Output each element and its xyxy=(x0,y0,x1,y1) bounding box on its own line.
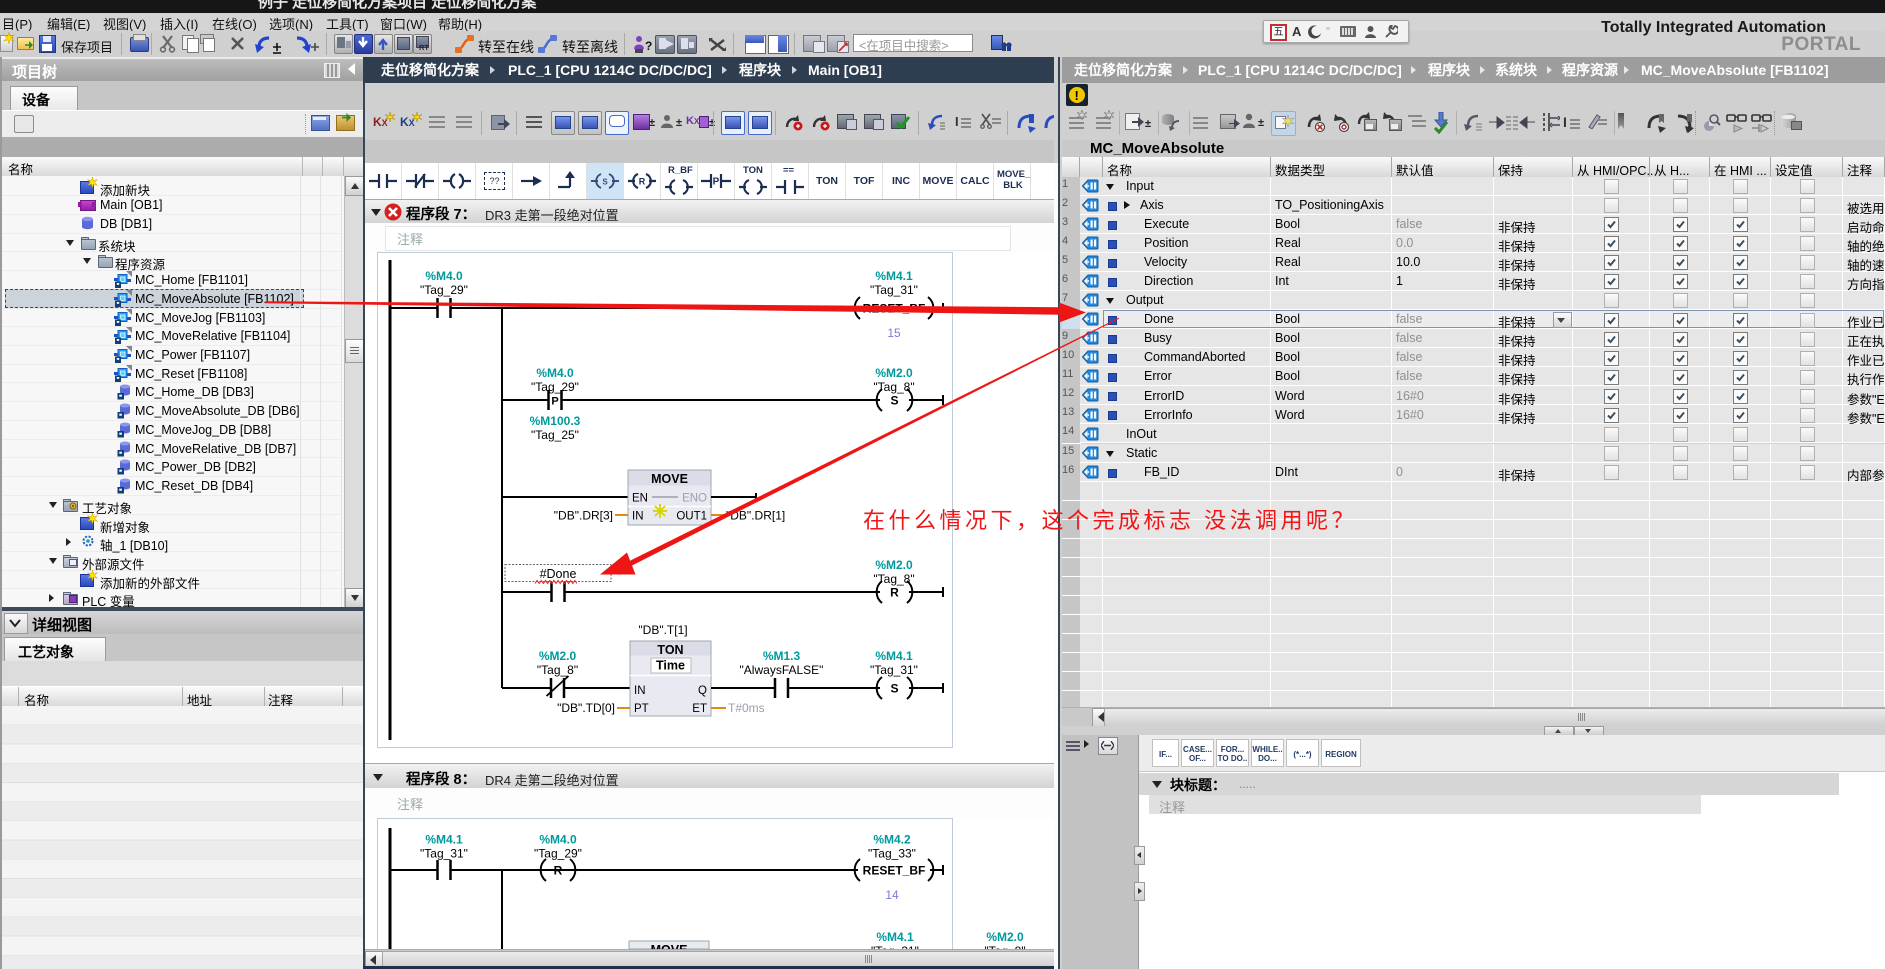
svg-text:T#0ms: T#0ms xyxy=(728,701,765,715)
svg-text:%M100.3: %M100.3 xyxy=(530,414,581,428)
svg-text:PT: PT xyxy=(634,703,649,715)
svg-text:ENO: ENO xyxy=(682,493,707,505)
svg-text:14: 14 xyxy=(885,888,899,902)
svg-text:%M4.0: %M4.0 xyxy=(425,269,463,283)
svg-text:%M1.3: %M1.3 xyxy=(763,649,801,663)
svg-text:%M4.1: %M4.1 xyxy=(876,930,914,944)
svg-text:TON: TON xyxy=(657,643,683,657)
svg-text:%M4.1: %M4.1 xyxy=(875,269,913,283)
svg-text:R: R xyxy=(554,864,563,878)
svg-text:"AlwaysFALSE": "AlwaysFALSE" xyxy=(740,663,824,677)
svg-text:RESET_BF: RESET_BF xyxy=(863,864,926,878)
svg-text:OUT1: OUT1 xyxy=(676,511,707,523)
svg-text:15: 15 xyxy=(887,326,901,340)
svg-text:Q: Q xyxy=(698,685,707,697)
svg-text:"Tag_31": "Tag_31" xyxy=(870,283,918,297)
svg-text:"DB".DR[3]: "DB".DR[3] xyxy=(554,509,613,523)
svg-text:"Tag_25": "Tag_25" xyxy=(531,428,579,442)
svg-text:IN: IN xyxy=(632,511,644,523)
svg-text:#Done: #Done xyxy=(540,567,577,581)
svg-text:"Tag_8": "Tag_8" xyxy=(873,380,914,394)
svg-text:P: P xyxy=(551,396,558,408)
svg-text:R: R xyxy=(639,177,646,187)
svg-text:"Tag_29": "Tag_29" xyxy=(420,283,468,297)
svg-text:"Tag_31": "Tag_31" xyxy=(420,847,468,861)
svg-text:"Tag_31": "Tag_31" xyxy=(870,663,918,677)
svg-text:ET: ET xyxy=(692,703,707,715)
svg-text:"Tag_8": "Tag_8" xyxy=(537,663,578,677)
svg-text:%M2.0: %M2.0 xyxy=(875,558,913,572)
svg-text:"Tag_8": "Tag_8" xyxy=(873,572,914,586)
svg-text:S: S xyxy=(602,178,608,187)
svg-text:S: S xyxy=(890,682,898,696)
svg-text:"Tag_29": "Tag_29" xyxy=(534,847,582,861)
svg-text:%M4.1: %M4.1 xyxy=(425,833,463,847)
svg-text:%M4.2: %M4.2 xyxy=(873,833,911,847)
svg-text:%M2.0: %M2.0 xyxy=(539,649,577,663)
svg-text:%M4.1: %M4.1 xyxy=(875,649,913,663)
svg-text:RESET_BF: RESET_BF xyxy=(863,302,926,316)
svg-text:%M4.0: %M4.0 xyxy=(539,833,577,847)
svg-text:S: S xyxy=(890,394,898,408)
svg-text:%M4.0: %M4.0 xyxy=(536,366,574,380)
svg-text:"DB".TD[0]: "DB".TD[0] xyxy=(557,701,615,715)
svg-text:EN: EN xyxy=(632,493,648,505)
svg-text:%M2.0: %M2.0 xyxy=(986,930,1024,944)
svg-text:Time: Time xyxy=(656,659,685,673)
svg-text:"Tag_33": "Tag_33" xyxy=(868,847,916,861)
svg-text:R: R xyxy=(890,586,899,600)
svg-text:"DB".DR[1]: "DB".DR[1] xyxy=(726,509,785,523)
svg-text:MOVE: MOVE xyxy=(651,472,688,486)
svg-text:"Tag_29": "Tag_29" xyxy=(531,380,579,394)
svg-text:P: P xyxy=(713,177,720,188)
svg-text:"DB".T[1]: "DB".T[1] xyxy=(638,623,687,637)
svg-text:IN: IN xyxy=(634,685,646,697)
svg-text:%M2.0: %M2.0 xyxy=(875,366,913,380)
